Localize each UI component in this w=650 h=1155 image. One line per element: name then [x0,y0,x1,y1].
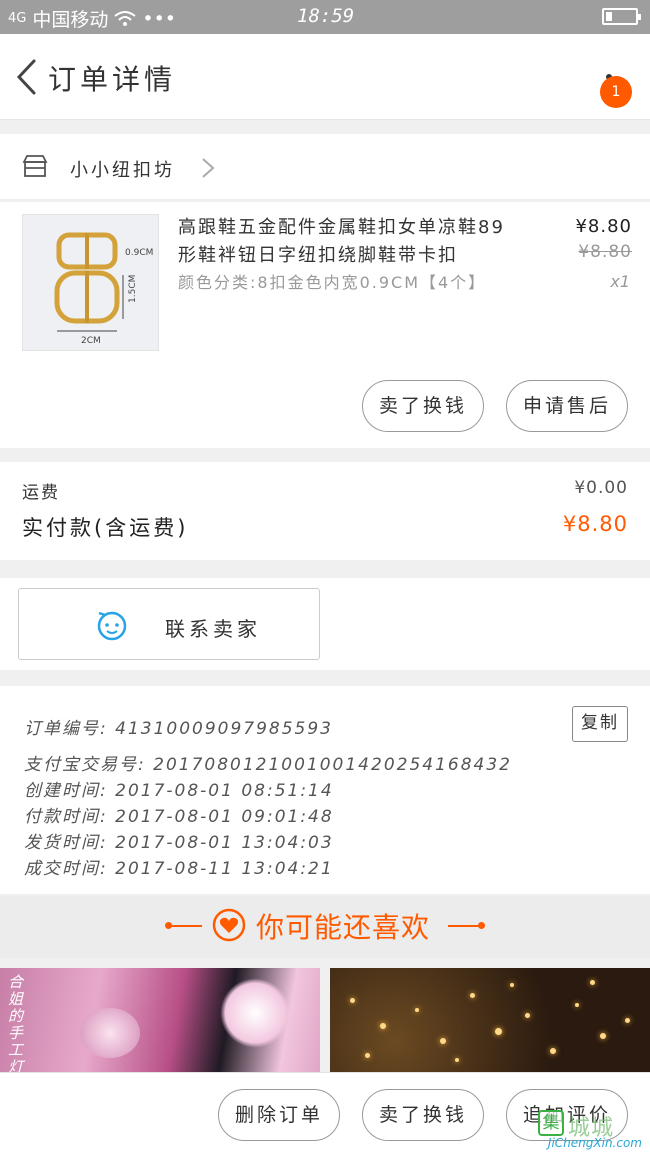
decor-line [168,925,202,927]
sell-exchange-button[interactable]: 卖了换钱 [362,380,484,432]
lamp-glow [80,1008,140,1058]
recommend-item-lights[interactable] [330,968,650,1072]
size-label-height: 0.9CM [125,248,153,258]
watermark-url: JiChengXin.com [547,1136,642,1150]
carrier-label: 中国移动 [32,9,109,31]
recommend-item-lamp[interactable]: 合姐的手工灯 [0,968,320,1072]
status-left: 4G 中国移动 ••• [8,5,176,32]
store-icon [22,155,48,177]
paid-label: 实付款(含运费) [22,516,189,540]
paid-time: 付款时间: 2017-08-01 09:01:48 [24,807,334,827]
product-title[interactable]: 高跟鞋五金配件金属鞋扣女单凉鞋89形鞋袢钮日字纽扣绕脚鞋带卡扣 [178,214,523,270]
contact-seller-button[interactable]: 联系卖家 [18,588,320,660]
apply-after-sale-button[interactable]: 申请售后 [506,380,628,432]
fee-summary: 运费 ¥0.00 实付款(含运费) ¥8.80 [0,462,650,560]
nav-bar: 订单详情 1 [0,34,650,120]
decor-dot [478,922,485,929]
completed-time: 成交时间: 2017-08-11 13:04:21 [24,859,334,879]
shipping-value: ¥0.00 [574,478,628,498]
notification-badge: 1 [600,76,632,108]
product-quantity: x1 [610,272,630,291]
shop-name[interactable]: 小小纽扣坊 [70,156,175,182]
product-original-price: ¥8.80 [578,242,632,262]
delete-order-button[interactable]: 删除订单 [218,1089,340,1141]
recommend-caption: 合姐的手工灯 [8,973,24,1073]
alipay-trade-number: 支付宝交易号: 2017080121001001420254168432 [24,755,512,775]
size-label-side: 1.5CM [128,275,138,303]
status-dots: ••• [142,7,176,30]
watermark-box: 集 [538,1110,564,1136]
product-price: ¥8.80 [575,216,632,237]
created-time: 创建时间: 2017-08-01 08:51:14 [24,781,334,801]
status-bar: 4G 中国移动 ••• 18:59 [0,0,650,34]
recommend-header: 你可能还喜欢 [0,896,650,958]
product-spec: 颜色分类:8扣金色内宽0.9CM【4个】 [178,273,487,292]
contact-seller-label: 联系卖家 [165,617,261,641]
chevron-right-icon [202,158,215,178]
signal-icon: 4G [8,11,27,26]
size-label-width: 2CM [81,336,101,346]
contact-section: 联系卖家 [0,578,650,670]
shipping-label: 运费 [22,483,60,503]
belt-buckle-illustration: 0.9CM 1.5CM 2CM [54,232,153,346]
page-title: 订单详情 [48,63,177,96]
heart-icon [212,908,246,942]
recommend-title: 你可能还喜欢 [256,911,431,944]
lamp-glow [220,978,290,1048]
battery-icon [602,8,641,25]
decor-line [448,925,482,927]
watermark-logo: 集 城城 JiChengXin.com [526,1108,646,1150]
order-info: 订单编号: 41310009097985593 支付宝交易号: 20170801… [0,686,650,894]
order-number: 订单编号: 41310009097985593 [24,719,334,739]
wifi-icon [114,10,136,26]
sell-exchange-button-bottom[interactable]: 卖了换钱 [362,1089,484,1141]
shop-row[interactable]: 小小纽扣坊 [0,134,650,200]
product-row[interactable]: 0.9CM 1.5CM 2CM 高跟鞋五金配件金属鞋扣女单凉鞋89形鞋袢钮日字纽… [0,202,650,448]
copy-button[interactable]: 复制 [572,706,628,742]
product-image[interactable]: 0.9CM 1.5CM 2CM [22,214,159,351]
shipped-time: 发货时间: 2017-08-01 13:04:03 [24,833,334,853]
paid-value: ¥8.80 [562,512,628,536]
back-arrow-icon[interactable] [14,58,38,96]
chat-face-icon [97,611,127,641]
status-time: 18:59 [297,5,355,27]
